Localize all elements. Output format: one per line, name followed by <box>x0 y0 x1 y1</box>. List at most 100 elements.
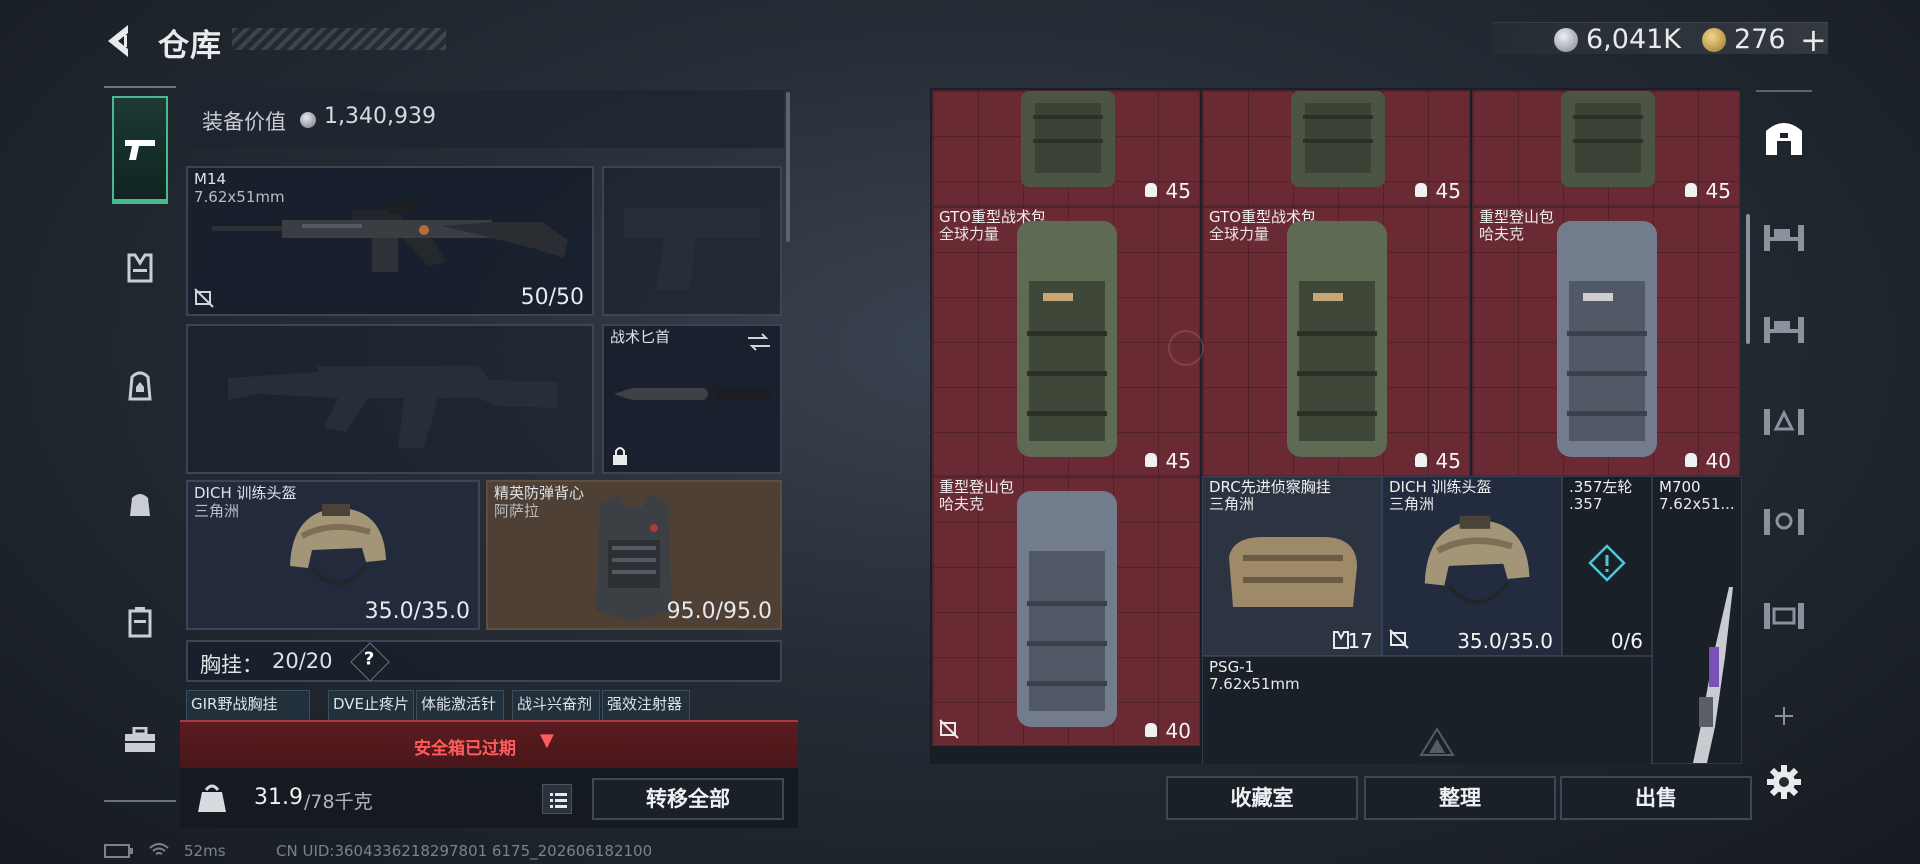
help-button[interactable]: ? <box>350 642 390 682</box>
shelf-icon <box>1764 509 1804 535</box>
primary-weapon-slot[interactable]: M14 7.62x51mm 50/50 <box>186 166 594 316</box>
uid-text: CN UID:3604336218297801 6175_20260618210… <box>276 842 653 860</box>
backpack-icon <box>128 371 152 401</box>
stash-grid: 45 45 45 GTO重型战术包 全球力量 45 GTO重型战术包 全球力量 … <box>932 90 1742 764</box>
item-name: 重型登山包 <box>939 478 1015 496</box>
pouch-icon <box>130 494 150 516</box>
rarity-triangle-icon <box>1419 727 1455 756</box>
backpack-image <box>1287 221 1387 457</box>
inventory-item[interactable]: 强效注射器 <box>602 690 690 720</box>
stash-item[interactable]: M700 7.62x51... <box>1652 476 1742 764</box>
lock-icon <box>1145 723 1157 737</box>
sort-button[interactable]: 整理 <box>1364 776 1556 820</box>
shelf-icon <box>1764 603 1804 629</box>
nav-divider-bottom <box>104 800 176 802</box>
wifi-icon <box>149 843 169 855</box>
stash-scrollbar[interactable] <box>1746 214 1750 344</box>
stash-item[interactable]: 重型登山包 哈夫克 40 <box>1472 206 1740 476</box>
equipment-scrollbar[interactable] <box>786 92 790 242</box>
tab-toolbox[interactable] <box>112 712 168 768</box>
equipment-panel: 装备价值 1,340,939 M14 7.62x51mm 50/50 战术匕首 … <box>186 90 784 720</box>
armor-slot[interactable]: 精英防弹背心 阿萨拉 95.0/95.0 <box>486 480 782 630</box>
back-button[interactable] <box>100 22 142 60</box>
case-icon <box>128 607 152 638</box>
stash-item[interactable]: 45 <box>1472 90 1740 206</box>
stash-panel: 45 45 45 GTO重型战术包 全球力量 45 GTO重型战术包 全球力量 … <box>930 88 1742 764</box>
stash-item[interactable]: DRC先进侦察胸挂 三角洲 17 <box>1202 476 1382 656</box>
stash-item[interactable]: 45 <box>932 90 1200 206</box>
safebox-expired-banner[interactable]: 安全箱已过期 ▼ <box>180 720 798 768</box>
item-count: 40 <box>1165 719 1191 743</box>
inventory-item[interactable]: 体能激活针 <box>416 690 504 720</box>
item-count: 45 <box>1705 179 1731 203</box>
no-insure-icon <box>1389 629 1409 649</box>
lock-icon <box>1685 453 1697 467</box>
tab-case[interactable] <box>112 594 168 650</box>
melee-slot[interactable]: 战术匕首 <box>602 324 782 474</box>
lock-icon <box>1145 183 1157 197</box>
drag-indicator <box>1168 330 1204 366</box>
settings-button[interactable] <box>1756 752 1812 812</box>
no-insure-icon <box>939 719 959 739</box>
transfer-all-button[interactable]: 转移全部 <box>592 778 784 820</box>
armor-maker: 阿萨拉 <box>494 502 540 520</box>
armor-durability: 95.0/95.0 <box>666 599 772 624</box>
swap-icon[interactable] <box>746 332 772 352</box>
tab-weapons[interactable] <box>112 96 168 204</box>
backpack-image <box>1017 221 1117 457</box>
collection-room-button[interactable]: 收藏室 <box>1166 776 1358 820</box>
list-view-button[interactable] <box>542 784 572 814</box>
inventory-item[interactable]: 战斗兴奋剂 <box>512 690 600 720</box>
currency-bar: 6,041K 276 + <box>1492 21 1828 59</box>
stash-item[interactable]: 45 <box>1202 90 1470 206</box>
tab-all-items[interactable] <box>1756 108 1812 168</box>
tab-stash-3[interactable] <box>1756 206 1812 266</box>
helmet-slot[interactable]: DICH 训练头盔 三角洲 35.0/35.0 <box>186 480 480 630</box>
m14-rifle-image <box>212 200 568 272</box>
add-currency-button[interactable]: + <box>1800 21 1827 59</box>
armor-vest-image <box>596 494 672 622</box>
item-name: DICH 训练头盔 <box>1389 478 1492 496</box>
backpack-image <box>1021 91 1115 187</box>
inventory-item[interactable]: DVE止疼片 <box>328 690 414 720</box>
tab-stash-3b[interactable] <box>1756 298 1812 358</box>
sell-button[interactable]: 出售 <box>1560 776 1752 820</box>
tab-backpack[interactable] <box>112 358 168 414</box>
armor-name: 精英防弹背心 <box>494 484 585 502</box>
add-tab-button[interactable] <box>1756 686 1812 746</box>
shelf-icon <box>1764 317 1804 343</box>
stash-item[interactable]: .357左轮 .357 0/6 <box>1562 476 1652 656</box>
item-count: 40 <box>1705 449 1731 473</box>
tab-chest-rig[interactable] <box>112 240 168 296</box>
pistol-slot[interactable] <box>602 166 782 316</box>
stash-item[interactable]: DICH 训练头盔 三角洲 35.0/35.0 <box>1382 476 1562 656</box>
help-icon: ? <box>363 648 375 670</box>
stash-item[interactable]: GTO重型战术包 全球力量 45 <box>1202 206 1470 476</box>
stash-item[interactable]: PSG-1 7.62x51mm <box>1202 656 1652 764</box>
stash-item[interactable]: GTO重型战术包 全球力量 45 <box>932 206 1200 476</box>
tab-stash-4b[interactable] <box>1756 584 1812 644</box>
gear-icon <box>1767 765 1801 799</box>
stash-item[interactable]: 重型登山包 哈夫克 40 <box>932 476 1200 746</box>
warning-icon <box>1588 544 1626 582</box>
equipment-value: 1,340,939 <box>324 104 436 129</box>
title-decoration <box>232 28 446 50</box>
inventory-item[interactable]: GIR野战胸挂 <box>186 690 310 720</box>
silver-amount: 6,041K <box>1586 24 1682 55</box>
tab-stash-4[interactable] <box>1756 490 1812 550</box>
tab-stash-3c[interactable] <box>1756 390 1812 450</box>
item-count: 17 <box>1347 629 1373 653</box>
secondary-weapon-slot[interactable] <box>186 324 594 474</box>
page-title: 仓库 <box>158 28 222 64</box>
item-maker: 7.62x51mm <box>1209 675 1300 693</box>
item-name: PSG-1 <box>1209 658 1255 676</box>
tab-pouch[interactable] <box>112 476 168 532</box>
lock-icon <box>1415 453 1427 467</box>
toolbox-icon <box>125 727 155 752</box>
shelf-icon <box>1764 225 1804 251</box>
item-maker: 哈夫克 <box>1479 225 1525 243</box>
chest-rig-capacity-row: 胸挂： 20/20 ? <box>186 640 782 682</box>
chest-rig-count: 20/20 <box>272 649 333 673</box>
item-name: .357左轮 <box>1569 478 1633 496</box>
equipment-value-label: 装备价值 <box>202 110 286 134</box>
